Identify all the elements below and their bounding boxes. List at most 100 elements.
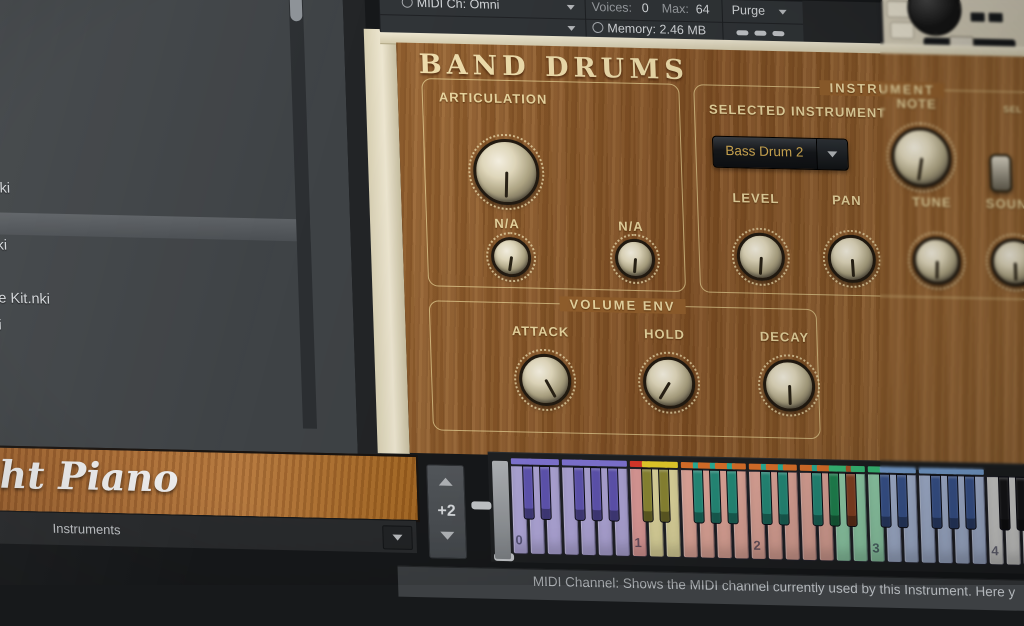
articulation-title: ARTICULATION: [439, 89, 548, 106]
note-knob[interactable]: [890, 127, 952, 188]
piano-key-black[interactable]: [997, 476, 1010, 530]
piano-key-black[interactable]: [810, 472, 823, 526]
mute-button[interactable]: [890, 22, 915, 40]
hold-label: HOLD: [644, 326, 685, 342]
status-bar: MIDI Channel: Shows the MIDI channel cur…: [397, 566, 1024, 617]
midi-ch-value[interactable]: Omni: [469, 0, 499, 12]
minimize-handle[interactable]: [736, 30, 748, 35]
keyboard-scroll-handle[interactable]: [471, 501, 491, 509]
piano-key-black[interactable]: [776, 471, 789, 525]
keyboard-left-cap: [492, 461, 511, 559]
transpose-down-icon[interactable]: [440, 532, 454, 540]
pan-label: PAN: [832, 192, 862, 208]
max-label: Max:: [661, 1, 689, 16]
max-value: 64: [695, 2, 709, 16]
volume-env-title: VOLUME ENV: [559, 296, 685, 314]
midi-ch-label: MIDI Ch:: [417, 0, 467, 11]
octave-label: 3: [872, 540, 880, 555]
display-slot: [989, 13, 1003, 22]
instrument-section: INSTRUMENT SELECTED INSTRUMENT Bass Drum…: [693, 84, 1024, 305]
piano-key-black[interactable]: [725, 470, 738, 524]
selected-instrument-label: SELECTED INSTRUMENT: [709, 102, 887, 121]
piano-key-black[interactable]: [946, 475, 959, 529]
instruments-dropdown-button[interactable]: [382, 525, 413, 550]
key-color-tab: [851, 466, 865, 472]
piano-key-black[interactable]: [878, 474, 891, 528]
piano-key-black[interactable]: [573, 467, 586, 521]
articulation-knob2-label: N/A: [618, 219, 644, 235]
chevron-down-icon[interactable]: [567, 5, 575, 10]
dropdown-arrow-button[interactable]: [816, 139, 848, 170]
piano-key-black[interactable]: [640, 468, 653, 522]
transpose-up-icon[interactable]: [439, 478, 453, 486]
instrument-title: INSTRUMENT: [819, 80, 945, 98]
purge-button[interactable]: Purge: [731, 3, 765, 18]
volume-knob[interactable]: [907, 0, 963, 36]
kontakt-window: ikiipet.nkins.nkikiledge Kit.nkis.nki gh…: [0, 0, 1024, 599]
file-browser-panel: ikiipet.nkins.nkikiledge Kit.nkis.nki: [0, 0, 358, 454]
piano-key-black[interactable]: [657, 468, 670, 522]
articulation-sub-knob-1[interactable]: [490, 237, 531, 278]
file-item[interactable]: ledge Kit.nki: [0, 290, 50, 308]
status-hint-text: MIDI Channel: Shows the MIDI channel cur…: [533, 574, 1016, 600]
octave-label: 1: [634, 535, 642, 550]
file-item[interactable]: pet.nki: [0, 180, 10, 197]
pan-knob[interactable]: [827, 234, 877, 283]
chevron-down-icon[interactable]: [567, 26, 575, 31]
piano-key-black[interactable]: [708, 470, 721, 524]
attack-knob[interactable]: [518, 353, 572, 406]
piano-key-black[interactable]: [539, 466, 552, 520]
level-label: LEVEL: [732, 190, 779, 206]
piano-key-black[interactable]: [963, 475, 976, 529]
key-color-tab: [613, 460, 627, 466]
piano-key-black[interactable]: [895, 474, 908, 528]
file-item[interactable]: ns.nki: [0, 237, 7, 254]
sel-by-midi-toggle[interactable]: [989, 154, 1012, 193]
sound-knob[interactable]: [990, 238, 1024, 287]
octave-label: 4: [991, 543, 999, 558]
voices-value: 0: [641, 1, 648, 15]
hold-knob[interactable]: [642, 356, 696, 409]
display-slot: [971, 12, 985, 21]
piano-key-black[interactable]: [759, 471, 772, 525]
minimize-handle[interactable]: [754, 31, 766, 36]
piano-key-black[interactable]: [607, 467, 620, 521]
header-spacer: [802, 1, 883, 44]
chevron-down-icon: [827, 151, 837, 157]
selected-instrument-value: Bass Drum 2: [713, 137, 817, 169]
articulation-sub-knob-2[interactable]: [614, 238, 655, 279]
browser-scrollbar-thumb[interactable]: [289, 0, 302, 21]
level-knob[interactable]: [736, 232, 786, 281]
key-color-tab: [783, 464, 797, 470]
instruments-dropdown-label[interactable]: Instruments: [52, 521, 120, 538]
band-drums-panel: BAND DRUMS ARTICULATION N/A N/A INSTRUME…: [396, 42, 1024, 472]
memory-field: Memory: 2.46 MB: [592, 21, 706, 38]
selected-file-row[interactable]: [0, 211, 311, 242]
piano-key-black[interactable]: [522, 465, 535, 519]
key-color-tab: [545, 459, 559, 465]
chevron-down-icon: [392, 535, 402, 541]
minimize-handle[interactable]: [772, 31, 784, 36]
piano-key-black[interactable]: [929, 475, 942, 529]
library-banner: ght Piano: [0, 445, 420, 522]
browser-scrollbar-track[interactable]: [287, 0, 317, 429]
memory-icon: [592, 22, 603, 33]
piano-key-black[interactable]: [1014, 477, 1024, 531]
piano-key-black[interactable]: [844, 473, 857, 527]
articulation-knob[interactable]: [472, 138, 540, 206]
decay-knob[interactable]: [762, 359, 816, 412]
volume-env-section: VOLUME ENV ATTACK HOLD DECAY: [429, 300, 821, 439]
tune-knob[interactable]: [912, 236, 962, 285]
piano-key-black[interactable]: [827, 472, 840, 526]
chevron-down-icon[interactable]: [779, 10, 787, 15]
key-color-tab: [732, 463, 746, 469]
piano-key-black[interactable]: [691, 469, 704, 523]
midi-icon: [402, 0, 413, 8]
selected-instrument-dropdown[interactable]: Bass Drum 2: [712, 136, 849, 171]
sound-label: SOUND: [986, 196, 1024, 212]
piano-key-black[interactable]: [590, 467, 603, 521]
note-label: NOTE: [896, 96, 937, 112]
file-item[interactable]: s.nki: [0, 317, 2, 334]
articulation-knob1-label: N/A: [494, 216, 520, 232]
octave-label: 2: [753, 538, 761, 553]
